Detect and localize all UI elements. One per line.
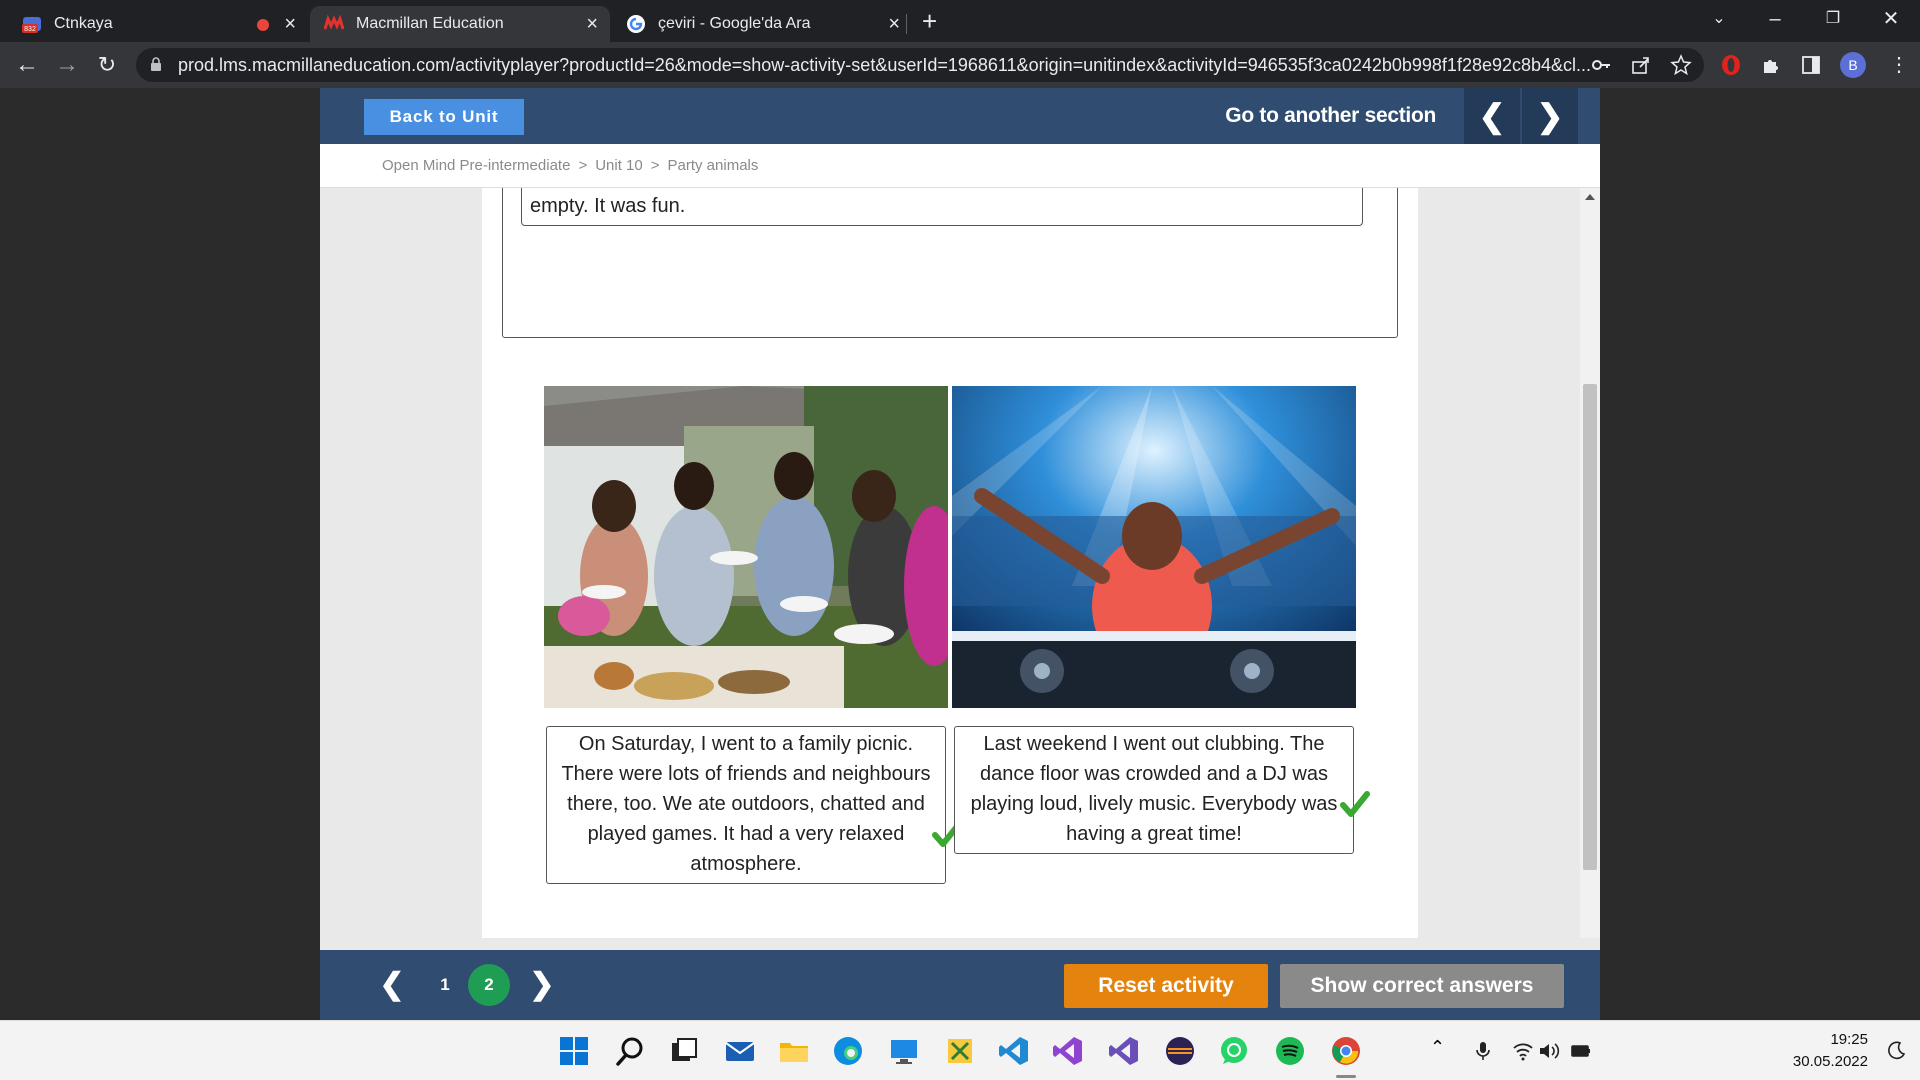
battery-icon[interactable]	[1570, 1041, 1592, 1061]
check-icon	[1340, 791, 1370, 817]
club-illustration	[952, 386, 1356, 708]
opera-icon[interactable]	[1720, 54, 1742, 76]
breadcrumb: Open Mind Pre-intermediate > Unit 10 > Party…	[382, 144, 758, 188]
eclipse-icon[interactable]	[1164, 1035, 1196, 1067]
back-to-unit-button[interactable]: Back to Unit	[364, 99, 524, 135]
tab-title: çeviri - Google'da Ara	[658, 15, 811, 32]
spotify-icon[interactable]	[1274, 1035, 1306, 1067]
activity-content: played soft music on his guitar. There w…	[482, 188, 1418, 938]
recording-dot-icon	[257, 19, 269, 31]
browser-toolbar: ← → ↻ prod.lms.macmillaneducation.com/ac…	[0, 42, 1920, 88]
caption-club-text: Last weekend I went out clubbing. The da…	[970, 733, 1338, 845]
breadcrumb-separator: >	[578, 157, 588, 174]
reading-text: played soft music on his guitar. There w…	[521, 188, 1363, 226]
close-window-button[interactable]: ✕	[1866, 4, 1916, 34]
mail-badge-icon: 832	[22, 17, 41, 33]
page-viewport: Back to Unit Go to another section ❮ ❯ O…	[0, 88, 1920, 1020]
profile-initial: B	[1848, 57, 1858, 73]
close-tab-icon[interactable]: ×	[888, 14, 900, 34]
browser-tab-ctnkaya[interactable]: 832 Ctnkaya ×	[8, 6, 308, 42]
tab-separator	[906, 14, 907, 34]
edge-icon[interactable]	[832, 1035, 864, 1067]
next-section-button[interactable]: ❯	[1522, 88, 1578, 144]
browser-tab-bar: 832 Ctnkaya × Macmillan Education × çevi…	[0, 0, 1920, 42]
previous-section-button[interactable]: ❮	[1464, 88, 1520, 144]
share-icon[interactable]	[1630, 54, 1652, 76]
activity-player: Back to Unit Go to another section ❮ ❯ O…	[320, 88, 1600, 1020]
task-view-icon[interactable]	[668, 1035, 700, 1067]
visual-studio-icon[interactable]	[1052, 1035, 1084, 1067]
url-text: prod.lms.macmillaneducation.com/activity…	[178, 55, 1592, 75]
page-1-button[interactable]: 1	[424, 964, 466, 1006]
picnic-photo	[544, 386, 948, 708]
breadcrumb-unit[interactable]: Unit 10	[595, 157, 643, 174]
caption-club[interactable]: Last weekend I went out clubbing. The da…	[954, 726, 1354, 854]
profile-avatar[interactable]: B	[1840, 52, 1866, 78]
breadcrumb-separator: >	[650, 157, 660, 174]
restore-button[interactable]: ❐	[1808, 4, 1858, 34]
next-page-button[interactable]: ❯	[522, 962, 562, 1008]
back-arrow-icon[interactable]: ←	[12, 50, 42, 80]
page-2-button[interactable]: 2	[468, 964, 510, 1006]
wifi-icon[interactable]	[1512, 1041, 1534, 1061]
google-logo-icon	[627, 15, 645, 33]
windows-start-icon[interactable]	[558, 1035, 590, 1067]
close-tab-icon[interactable]: ×	[586, 14, 598, 34]
vscode-icon[interactable]	[998, 1035, 1030, 1067]
go-to-section-label[interactable]: Go to another section	[1225, 88, 1436, 144]
scrollbar-thumb[interactable]	[1583, 384, 1597, 870]
activity-footer: ❮ 1 2 ❯ Reset activity Show correct answ…	[320, 950, 1600, 1020]
breadcrumb-bar: Open Mind Pre-intermediate > Unit 10 > Party…	[320, 144, 1600, 188]
caption-picnic[interactable]: On Saturday, I went to a family picnic. …	[546, 726, 946, 884]
file-explorer-icon[interactable]	[778, 1035, 810, 1067]
star-icon[interactable]	[1670, 54, 1692, 76]
lock-icon	[151, 57, 161, 71]
activity-header: Back to Unit Go to another section ❮ ❯	[320, 88, 1600, 144]
mail-icon[interactable]	[724, 1035, 756, 1067]
close-tab-icon[interactable]: ×	[284, 14, 296, 34]
tab-title: Ctnkaya	[54, 15, 113, 32]
tab-title: Macmillan Education	[356, 15, 504, 32]
content-scrollbar[interactable]	[1580, 188, 1600, 938]
reload-icon[interactable]: ↻	[92, 50, 122, 80]
new-tab-button[interactable]: +	[922, 6, 937, 36]
browser-tab-macmillan[interactable]: Macmillan Education ×	[310, 6, 610, 42]
clock-time: 19:25	[1830, 1031, 1868, 1048]
browser-tab-google[interactable]: çeviri - Google'da Ara ×	[612, 6, 912, 42]
notification-moon-icon[interactable]	[1886, 1041, 1906, 1061]
menu-kebab-icon[interactable]: ⋮	[1884, 50, 1914, 80]
extensions-icon[interactable]	[1760, 54, 1782, 76]
taskbar-clock[interactable]: 19:25 30.05.2022	[1793, 1029, 1868, 1073]
breadcrumb-course[interactable]: Open Mind Pre-intermediate	[382, 157, 570, 174]
key-icon[interactable]	[1590, 54, 1612, 76]
chrome-icon[interactable]	[1330, 1035, 1362, 1067]
visual-studio-preview-icon[interactable]	[1108, 1035, 1140, 1067]
forward-arrow-icon[interactable]: →	[52, 50, 82, 80]
remote-desktop-icon[interactable]	[888, 1035, 920, 1067]
whatsapp-icon[interactable]	[1218, 1035, 1250, 1067]
chevron-up-icon[interactable]: ⌃	[1430, 1037, 1452, 1057]
picnic-illustration	[544, 386, 948, 708]
reset-activity-button[interactable]: Reset activity	[1064, 964, 1268, 1008]
macmillan-logo-icon	[324, 14, 344, 30]
minimize-button[interactable]: –	[1750, 4, 1800, 34]
reading-panel: played soft music on his guitar. There w…	[502, 188, 1398, 338]
svg-text:832: 832	[24, 26, 36, 33]
side-panel-icon[interactable]	[1800, 54, 1822, 76]
caption-picnic-text: On Saturday, I went to a family picnic. …	[561, 733, 931, 875]
search-icon[interactable]	[614, 1035, 646, 1067]
club-photo	[952, 386, 1356, 708]
windows-taskbar: ⌃ 19:25 30.05.2022	[0, 1020, 1920, 1080]
show-correct-answers-button[interactable]: Show correct answers	[1280, 964, 1564, 1008]
volume-icon[interactable]	[1538, 1041, 1560, 1061]
address-bar[interactable]: prod.lms.macmillaneducation.com/activity…	[136, 48, 1704, 82]
clock-date: 30.05.2022	[1792, 1053, 1868, 1070]
active-app-indicator	[1336, 1075, 1356, 1078]
tab-search-icon[interactable]: ⌄	[1694, 4, 1744, 34]
snip-tool-icon[interactable]	[944, 1035, 976, 1067]
microphone-icon[interactable]	[1472, 1041, 1494, 1061]
previous-page-button[interactable]: ❮	[372, 962, 412, 1008]
breadcrumb-lesson: Party animals	[667, 157, 759, 174]
scroll-up-arrow-icon[interactable]	[1585, 194, 1595, 200]
